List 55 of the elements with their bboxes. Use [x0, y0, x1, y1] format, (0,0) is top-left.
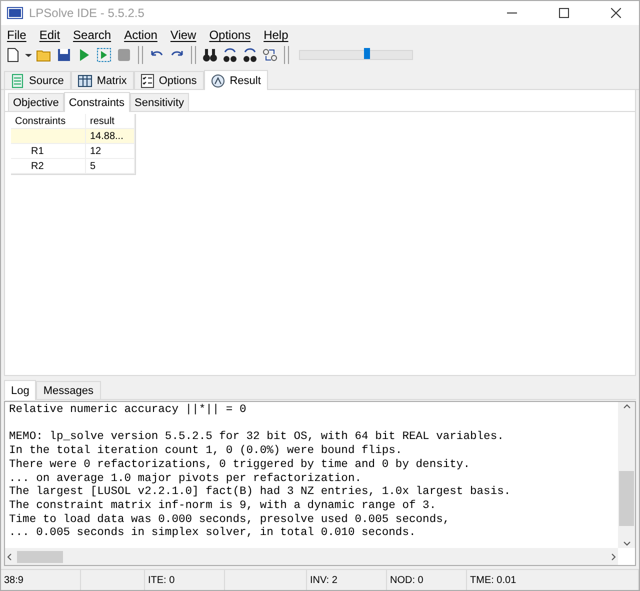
log-line: Relative numeric accuracy ||*|| = 0: [9, 404, 248, 418]
tab[interactable]: Options: [134, 71, 204, 89]
menu-item[interactable]: Edit: [35, 28, 70, 44]
maximize-icon: [559, 8, 569, 18]
status-field: TME: 0.01: [467, 570, 639, 590]
table-cell: R1: [11, 144, 86, 159]
zoom-slider-thumb[interactable]: [364, 48, 370, 59]
status-field: NOD: 0: [387, 570, 467, 590]
menu-item[interactable]: Action: [120, 28, 166, 44]
result-icon[interactable]: [210, 74, 225, 88]
tab[interactable]: Matrix: [70, 71, 134, 89]
scroll-thumb[interactable]: [619, 471, 634, 526]
tab[interactable]: Messages: [36, 381, 100, 399]
table-cell: 12: [86, 144, 135, 159]
status-field: 38:9: [1, 570, 81, 590]
log-line: MEMO: lp_solve version 5.5.2.5 for 32 bit OS, with 64 bit REAL variables.: [9, 431, 505, 444]
log-line: There were 0 refactorizations, 0 triggered by time and 0 by density.: [9, 458, 471, 472]
window-title: LPSolve IDE - 5.5.2.5: [29, 6, 146, 20]
status-field: INV: 2: [307, 570, 387, 590]
table-cell: 14.88...: [86, 129, 135, 144]
tab[interactable]: Constraints: [64, 92, 130, 112]
log-line: In the total iteration count 1, 0 (0.0%) were bound flips.: [9, 445, 404, 458]
save-icon[interactable]: [56, 47, 72, 63]
tab[interactable]: Log: [4, 380, 36, 400]
grid-icon[interactable]: [78, 74, 92, 86]
scroll-up-icon[interactable]: [622, 402, 630, 410]
tab[interactable]: Result: [204, 70, 268, 90]
scroll-thumb[interactable]: [17, 550, 63, 562]
menu-item[interactable]: Search: [69, 28, 120, 44]
status-field: ITE: 0: [145, 570, 225, 590]
tab[interactable]: Source: [4, 71, 71, 89]
menu-item[interactable]: Options: [205, 28, 260, 44]
horizontal-scrollbar[interactable]: [5, 548, 618, 565]
menu-item[interactable]: View: [166, 28, 206, 44]
log-line: Time to load data was 0.000 seconds, presolve used 0.005 seconds,: [9, 514, 451, 526]
menu-item[interactable]: File: [3, 28, 36, 44]
column-header: result: [86, 114, 135, 129]
document-icon[interactable]: [11, 74, 24, 88]
log-line: ... 0.005 seconds in simplex solver, in total 0.010 seconds.: [9, 527, 417, 542]
step-icon[interactable]: [96, 47, 112, 63]
new-document-icon[interactable]: [5, 47, 21, 63]
log-line: ... on average 1.0 major pivots per refactorization.: [9, 472, 363, 486]
tab[interactable]: Sensitivity: [130, 93, 190, 111]
vertical-scrollbar[interactable]: [618, 402, 635, 548]
menu-item[interactable]: Help: [260, 28, 298, 44]
column-header: Constraints: [11, 114, 86, 129]
checklist-icon[interactable]: [140, 74, 154, 88]
log-line: The constraint matrix inf-norm is 9, with a dynamic range of 3.: [9, 500, 438, 514]
log-line: The largest [LUSOL v2.2.1.0] fact(B) had 3 NZ entries, 1.0x largest basis.: [9, 486, 512, 500]
scroll-down-icon[interactable]: [622, 540, 630, 548]
close-icon: [611, 8, 621, 18]
app-logo-icon: [7, 7, 23, 19]
table-cell: R2: [11, 159, 86, 174]
tab[interactable]: Objective: [8, 93, 64, 111]
table-cell: 5: [86, 159, 135, 174]
